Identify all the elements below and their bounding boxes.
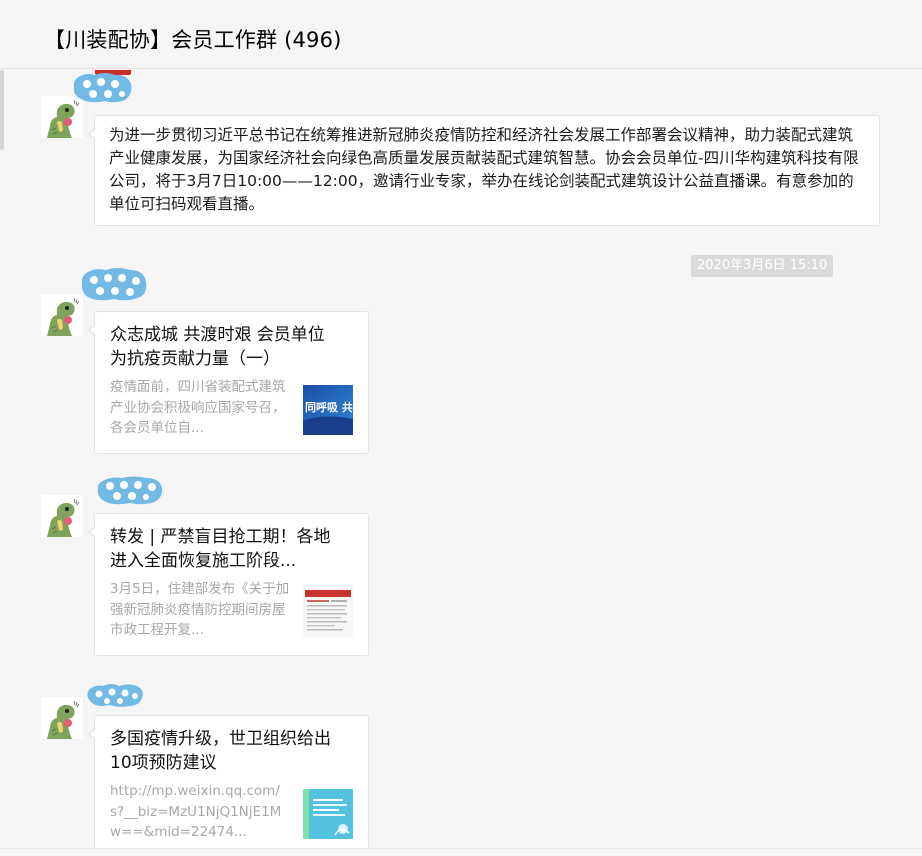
article-thumbnail-document-icon <box>303 587 353 637</box>
article-card[interactable]: 转发 | 严禁盲目抢工期！各地进入全面恢复施工阶段... 3月5日，住建部发布《… <box>88 513 369 656</box>
article-thumbnail-image-icon: 同呼吸 共战疫 <box>303 385 353 435</box>
article-description: 3月5日，住建部发布《关于加强新冠肺炎疫情防控期间房屋市政工程开复... <box>110 581 290 638</box>
sender-nickname <box>96 474 164 508</box>
input-area-edge <box>0 848 922 856</box>
article-card[interactable]: 多国疫情升级，世卫组织给出10项预防建议 http://mp.weixin.qq… <box>88 715 369 856</box>
dinosaur-avatar-icon <box>41 495 83 537</box>
group-title[interactable]: 【川装配协】会员工作群 (496) <box>44 24 342 54</box>
article-description: 疫情面前，四川省装配式建筑产业协会积极响应国家号召，各会员单位自... <box>110 379 286 436</box>
sender-nickname <box>85 680 145 714</box>
sender-nickname <box>71 70 133 104</box>
blurred-nickname-icon <box>81 268 147 301</box>
article-title: 转发 | 严禁盲目抢工期！各地进入全面恢复施工阶段... <box>110 527 331 571</box>
blurred-nickname-icon <box>97 476 163 505</box>
chat-header: 【川装配协】会员工作群 (496) <box>0 0 922 69</box>
message-list[interactable]: 为进一步贯彻习近平总书记在统筹推进新冠肺炎疫情防控和经济社会发展工作部署会议精神… <box>0 70 922 856</box>
chat-window: 【川装配协】会员工作群 (496) 为进一步贯彻习近平总书记在统筹推进新冠肺炎疫… <box>0 0 922 856</box>
blurred-nickname-icon <box>87 684 143 707</box>
sender-avatar[interactable] <box>41 294 83 336</box>
dinosaur-avatar-icon <box>41 294 83 336</box>
scrollbar-thumb[interactable] <box>0 70 4 150</box>
message-text: 为进一步贯彻习近平总书记在统筹推进新冠肺炎疫情防控和经济社会发展工作部署会议精神… <box>109 126 859 213</box>
article-title: 众志成城 共渡时艰 会员单位为抗疫贡献力量（一） <box>110 325 325 369</box>
article-thumbnail-poster-icon <box>303 789 353 839</box>
thumbnail-text: 同呼吸 共战疫 <box>305 400 353 414</box>
article-thumbnail: 同呼吸 共战疫 <box>303 385 353 435</box>
sender-avatar[interactable] <box>41 697 83 739</box>
timestamp-divider: 2020年3月6日 15:10 <box>691 255 834 277</box>
article-thumbnail <box>303 587 353 637</box>
dinosaur-avatar-icon <box>41 697 83 739</box>
blurred-nickname-icon <box>73 73 132 103</box>
article-title: 多国疫情升级，世卫组织给出10项预防建议 <box>110 729 331 773</box>
article-thumbnail <box>303 789 353 839</box>
message-text-bubble[interactable]: 为进一步贯彻习近平总书记在统筹推进新冠肺炎疫情防控和经济社会发展工作部署会议精神… <box>88 115 880 226</box>
sender-avatar[interactable] <box>41 495 83 537</box>
sender-nickname <box>80 266 148 301</box>
article-card[interactable]: 众志成城 共渡时艰 会员单位为抗疫贡献力量（一） 疫情面前，四川省装配式建筑产业… <box>88 311 369 454</box>
article-description: http://mp.weixin.qq.com/s?__biz=MzU1NjQ1… <box>110 783 282 840</box>
